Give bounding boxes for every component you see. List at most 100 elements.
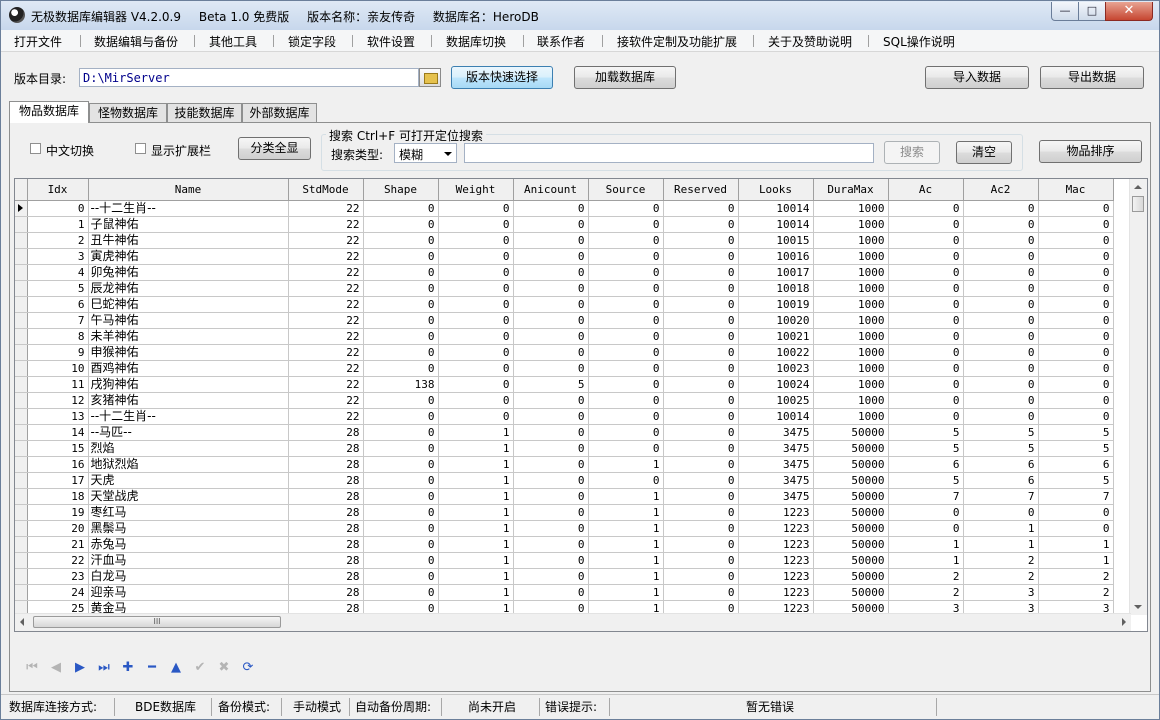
cell-duramax[interactable]: 1000: [813, 328, 889, 345]
cell-ac[interactable]: 5: [888, 424, 964, 441]
cell-idx[interactable]: 23: [27, 568, 89, 585]
cell-looks[interactable]: 10014: [738, 200, 814, 217]
cell-stdmode[interactable]: 28: [288, 504, 364, 521]
cell-weight[interactable]: 1: [438, 536, 514, 553]
tab-external-db[interactable]: 外部数据库: [242, 103, 317, 122]
cell-source[interactable]: 0: [588, 312, 664, 329]
load-database-button[interactable]: 加载数据库: [574, 66, 676, 89]
cell-source[interactable]: 1: [588, 520, 664, 537]
cell-source[interactable]: 0: [588, 392, 664, 409]
cell-mac[interactable]: 0: [1038, 312, 1114, 329]
column-header-anicount[interactable]: Anicount: [513, 179, 589, 201]
cell-looks[interactable]: 1223: [738, 520, 814, 537]
cell-ac2[interactable]: 0: [963, 264, 1039, 281]
cell-stdmode[interactable]: 22: [288, 360, 364, 377]
insert-record-icon[interactable]: ✚: [120, 660, 136, 676]
row-indicator[interactable]: [15, 472, 28, 489]
cell-duramax[interactable]: 1000: [813, 312, 889, 329]
cell-ac2[interactable]: 0: [963, 248, 1039, 265]
cell-reserved[interactable]: 0: [663, 456, 739, 473]
cell-anicount[interactable]: 0: [513, 408, 589, 425]
cell-ac2[interactable]: 0: [963, 504, 1039, 521]
cell-anicount[interactable]: 0: [513, 344, 589, 361]
cell-name[interactable]: 赤兔马: [88, 536, 289, 553]
cell-looks[interactable]: 10018: [738, 280, 814, 297]
cell-stdmode[interactable]: 28: [288, 424, 364, 441]
cell-name[interactable]: 子鼠神佑: [88, 216, 289, 233]
menu-database-switch[interactable]: 数据库切换: [446, 33, 506, 50]
cell-duramax[interactable]: 50000: [813, 520, 889, 537]
column-header-ac[interactable]: Ac: [888, 179, 964, 201]
horizontal-scroll-thumb[interactable]: III: [33, 616, 281, 628]
clear-button[interactable]: 清空: [956, 141, 1012, 164]
cell-shape[interactable]: 0: [363, 520, 439, 537]
table-row[interactable]: 22 汗血马 28 0 1 0 1 0 1223 50000 1 2 1: [15, 552, 1114, 569]
row-indicator[interactable]: [15, 200, 28, 217]
cell-name[interactable]: 午马神佑: [88, 312, 289, 329]
table-row[interactable]: 23 白龙马 28 0 1 0 1 0 1223 50000 2 2 2: [15, 568, 1114, 585]
cell-ac[interactable]: 6: [888, 456, 964, 473]
cell-shape[interactable]: 0: [363, 552, 439, 569]
import-data-button[interactable]: 导入数据: [925, 66, 1029, 89]
cell-weight[interactable]: 0: [438, 312, 514, 329]
cell-idx[interactable]: 21: [27, 536, 89, 553]
row-indicator[interactable]: [15, 376, 28, 393]
cell-idx[interactable]: 24: [27, 584, 89, 601]
cell-weight[interactable]: 1: [438, 520, 514, 537]
grid-vertical-scrollbar[interactable]: [1129, 179, 1147, 615]
table-row[interactable]: 8 未羊神佑 22 0 0 0 0 0 10021 1000 0 0 0: [15, 328, 1114, 345]
cell-idx[interactable]: 22: [27, 552, 89, 569]
cell-source[interactable]: 0: [588, 296, 664, 313]
vertical-scroll-thumb[interactable]: [1132, 196, 1144, 212]
delete-record-icon[interactable]: ━: [144, 660, 160, 676]
cell-looks[interactable]: 10014: [738, 216, 814, 233]
cell-reserved[interactable]: 0: [663, 376, 739, 393]
cell-anicount[interactable]: 0: [513, 552, 589, 569]
table-row[interactable]: 2 丑牛神佑 22 0 0 0 0 0 10015 1000 0 0 0: [15, 232, 1114, 249]
row-indicator[interactable]: [15, 488, 28, 505]
row-indicator[interactable]: [15, 280, 28, 297]
cell-ac[interactable]: 7: [888, 488, 964, 505]
column-header-ac2[interactable]: Ac2: [963, 179, 1039, 201]
cell-ac2[interactable]: 7: [963, 488, 1039, 505]
cell-idx[interactable]: 5: [27, 280, 89, 297]
cell-ac[interactable]: 0: [888, 504, 964, 521]
cell-ac2[interactable]: 1: [963, 520, 1039, 537]
cell-weight[interactable]: 0: [438, 328, 514, 345]
cell-shape[interactable]: 0: [363, 568, 439, 585]
cell-anicount[interactable]: 0: [513, 440, 589, 457]
menu-open-file[interactable]: 打开文件: [14, 33, 62, 50]
table-row[interactable]: 3 寅虎神佑 22 0 0 0 0 0 10016 1000 0 0 0: [15, 248, 1114, 265]
table-row[interactable]: 15 烈焰 28 0 1 0 0 0 3475 50000 5 5 5: [15, 440, 1114, 457]
cell-anicount[interactable]: 0: [513, 328, 589, 345]
cell-idx[interactable]: 18: [27, 488, 89, 505]
cell-anicount[interactable]: 0: [513, 568, 589, 585]
cell-duramax[interactable]: 1000: [813, 264, 889, 281]
cell-ac2[interactable]: 2: [963, 552, 1039, 569]
cell-shape[interactable]: 0: [363, 248, 439, 265]
cell-stdmode[interactable]: 28: [288, 568, 364, 585]
cell-looks[interactable]: 1223: [738, 536, 814, 553]
cell-name[interactable]: 辰龙神佑: [88, 280, 289, 297]
column-header-shape[interactable]: Shape: [363, 179, 439, 201]
table-row[interactable]: 24 迎亲马 28 0 1 0 1 0 1223 50000 2 3 2: [15, 584, 1114, 601]
cell-looks[interactable]: 1223: [738, 504, 814, 521]
cell-name[interactable]: 烈焰: [88, 440, 289, 457]
cell-mac[interactable]: 2: [1038, 584, 1114, 601]
row-indicator[interactable]: [15, 328, 28, 345]
table-row[interactable]: 19 枣红马 28 0 1 0 1 0 1223 50000 0 0 0: [15, 504, 1114, 521]
cell-name[interactable]: 丑牛神佑: [88, 232, 289, 249]
cell-stdmode[interactable]: 28: [288, 536, 364, 553]
cell-shape[interactable]: 0: [363, 488, 439, 505]
show-extension-label[interactable]: 显示扩展栏: [151, 142, 211, 159]
table-row[interactable]: 18 天堂战虎 28 0 1 0 1 0 3475 50000 7 7 7: [15, 488, 1114, 505]
cell-anicount[interactable]: 0: [513, 360, 589, 377]
items-data-grid[interactable]: Idx Name StdMode Shape Weight Anicount Source R…: [14, 178, 1148, 632]
cell-duramax[interactable]: 50000: [813, 424, 889, 441]
cell-ac[interactable]: 0: [888, 376, 964, 393]
maximize-button[interactable]: □: [1078, 2, 1106, 21]
cell-anicount[interactable]: 0: [513, 264, 589, 281]
chinese-toggle-checkbox[interactable]: [30, 143, 41, 154]
cell-ac[interactable]: 2: [888, 584, 964, 601]
cell-ac[interactable]: 0: [888, 280, 964, 297]
